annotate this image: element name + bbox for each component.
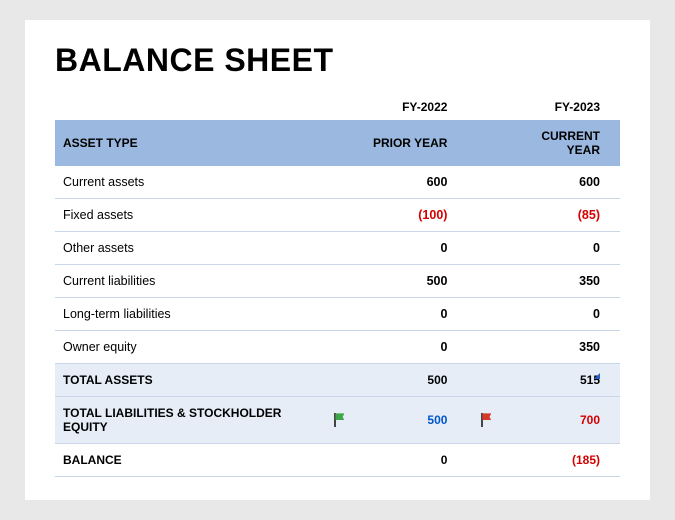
row-prior: 600 — [354, 166, 467, 199]
table-row: Current assets 600 600 — [55, 166, 620, 199]
flag-green-icon — [332, 413, 346, 427]
balance-current: (185) — [501, 444, 620, 477]
table-row: Owner equity 0 350 — [55, 331, 620, 364]
row-current: 0 — [501, 232, 620, 265]
total-liabilities-current: 700 — [501, 397, 620, 444]
balance-row: BALANCE 0 (185) — [55, 444, 620, 477]
row-prior: 0 — [354, 331, 467, 364]
row-prior: 0 — [354, 298, 467, 331]
header-current: CURRENT YEAR — [501, 120, 620, 166]
row-current: 0 — [501, 298, 620, 331]
table-row: Other assets 0 0 — [55, 232, 620, 265]
header-row: ASSET TYPE PRIOR YEAR CURRENT YEAR — [55, 120, 620, 166]
total-assets-prior: 500 — [354, 364, 467, 397]
row-current: 350 — [501, 265, 620, 298]
row-prior: 0 — [354, 232, 467, 265]
header-asset-type: ASSET TYPE — [55, 120, 321, 166]
cell-marker-icon — [594, 373, 600, 379]
total-liabilities-label: TOTAL LIABILITIES & STOCKHOLDER EQUITY — [55, 397, 321, 444]
table-row: Long-term liabilities 0 0 — [55, 298, 620, 331]
table-row: Fixed assets (100) (85) — [55, 199, 620, 232]
total-liabilities-row: TOTAL LIABILITIES & STOCKHOLDER EQUITY 5… — [55, 397, 620, 444]
row-label: Owner equity — [55, 331, 321, 364]
row-label: Fixed assets — [55, 199, 321, 232]
row-label: Other assets — [55, 232, 321, 265]
balance-prior: 0 — [354, 444, 467, 477]
total-liabilities-prior: 500 — [354, 397, 467, 444]
balance-sheet: BALANCE SHEET FY-2022 FY-2023 ASSET TYPE… — [25, 20, 650, 500]
total-assets-row: TOTAL ASSETS 500 515 — [55, 364, 620, 397]
row-prior: (100) — [354, 199, 467, 232]
row-label: Current assets — [55, 166, 321, 199]
row-label: Current liabilities — [55, 265, 321, 298]
balance-label: BALANCE — [55, 444, 321, 477]
row-current: 600 — [501, 166, 620, 199]
row-label: Long-term liabilities — [55, 298, 321, 331]
year-prior: FY-2022 — [354, 91, 467, 120]
table-row: Current liabilities 500 350 — [55, 265, 620, 298]
year-current: FY-2023 — [501, 91, 620, 120]
total-assets-label: TOTAL ASSETS — [55, 364, 321, 397]
total-assets-current: 515 — [501, 364, 620, 397]
fiscal-year-row: FY-2022 FY-2023 — [55, 91, 620, 120]
page-title: BALANCE SHEET — [55, 42, 620, 79]
flag-red-icon — [479, 413, 493, 427]
balance-table: FY-2022 FY-2023 ASSET TYPE PRIOR YEAR CU… — [55, 91, 620, 477]
row-current: 350 — [501, 331, 620, 364]
row-prior: 500 — [354, 265, 467, 298]
header-prior: PRIOR YEAR — [354, 120, 467, 166]
row-current: (85) — [501, 199, 620, 232]
